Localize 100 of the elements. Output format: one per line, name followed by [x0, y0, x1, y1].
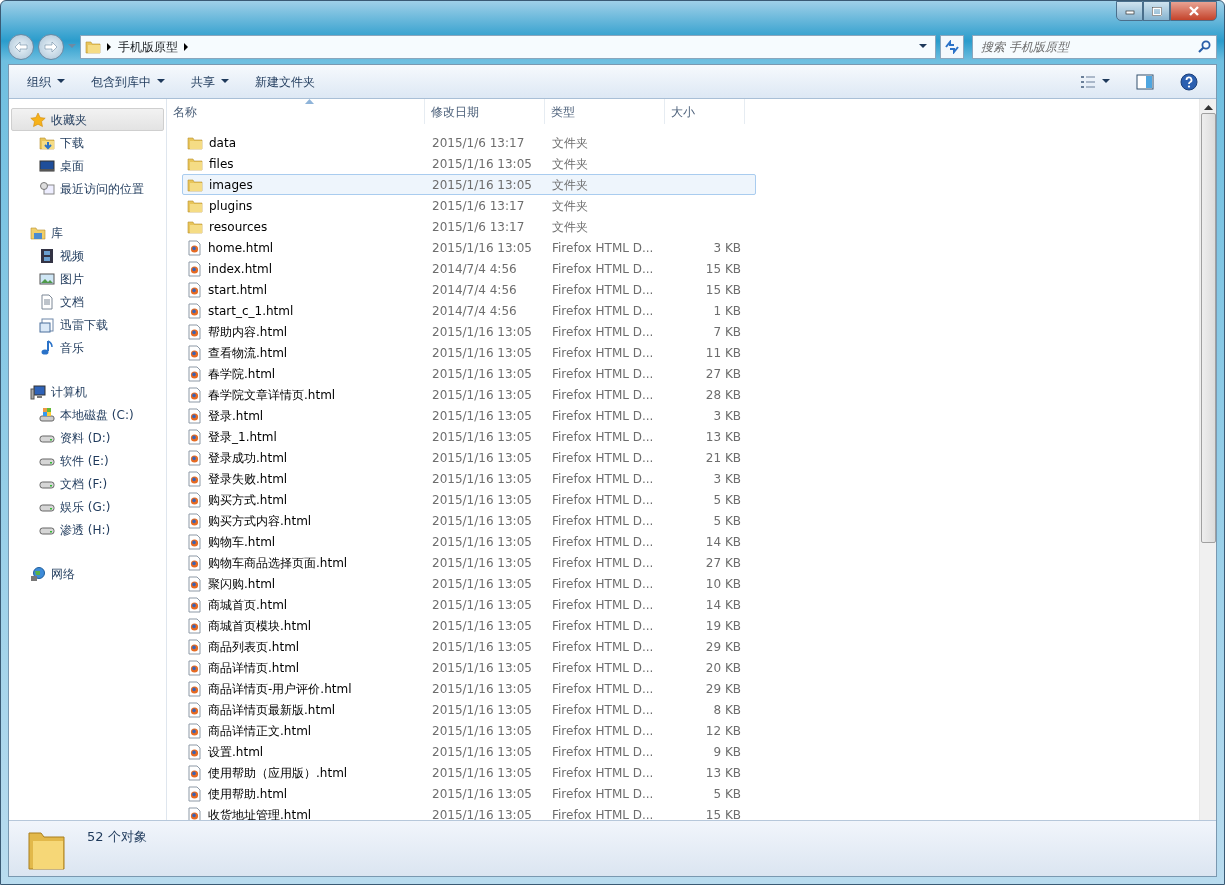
- toolbar-button[interactable]: 新建文件夹: [245, 68, 325, 95]
- html-file-icon: [187, 470, 202, 487]
- breadcrumb-arrow-icon[interactable]: [107, 42, 112, 51]
- sidebar-header[interactable]: 计算机: [11, 380, 164, 403]
- file-row[interactable]: 商品详情页最新版.html 2015/1/16 13:05 Firefox HTML D... 8 KB: [182, 699, 756, 720]
- file-row[interactable]: 商城首页模块.html 2015/1/16 13:05 Firefox HTML D... 19 KB: [182, 615, 756, 636]
- address-bar[interactable]: 手机版原型: [80, 34, 936, 59]
- file-row[interactable]: 购物车.html 2015/1/16 13:05 Firefox HTML D... 14 KB: [182, 531, 756, 552]
- close-button[interactable]: [1170, 1, 1217, 21]
- sidebar-header[interactable]: 网络: [11, 562, 164, 585]
- file-row[interactable]: start.html 2014/7/4 4:56 Firefox HTML D... 15 KB: [182, 279, 756, 300]
- file-row[interactable]: 帮助内容.html 2015/1/16 13:05 Firefox HTML D... 7 KB: [182, 321, 756, 342]
- modified-date: 2014/7/4 4:56: [431, 281, 518, 299]
- caret-icon[interactable]: [919, 44, 927, 49]
- file-name: index.html: [208, 260, 272, 278]
- scroll-up-icon[interactable]: [1203, 105, 1213, 111]
- breadcrumb-arrow-icon[interactable]: [184, 42, 189, 51]
- file-row[interactable]: 使用帮助.html 2015/1/16 13:05 Firefox HTML D... 5 KB: [182, 783, 756, 804]
- monitor-icon: [39, 157, 55, 174]
- sidebar-item[interactable]: 软件 (E:): [9, 449, 166, 472]
- file-size: 29 KB: [705, 639, 741, 654]
- back-button[interactable]: [8, 33, 34, 60]
- file-row[interactable]: 登录.html 2015/1/16 13:05 Firefox HTML D... 3 KB: [182, 405, 756, 426]
- file-row[interactable]: 使用帮助（应用版）.html 2015/1/16 13:05 Firefox HTML D... 13 KB: [182, 762, 756, 783]
- column-header[interactable]: 修改日期: [425, 99, 545, 124]
- toolbar-button[interactable]: 共享: [181, 68, 239, 95]
- modified-date: 2015/1/16 13:05: [431, 386, 533, 404]
- file-row[interactable]: index.html 2014/7/4 4:56 Firefox HTML D... 15 KB: [182, 258, 756, 279]
- toolbar-button[interactable]: 包含到库中: [81, 68, 175, 95]
- sidebar-item[interactable]: 视频: [9, 244, 166, 267]
- file-row[interactable]: 聚闪购.html 2015/1/16 13:05 Firefox HTML D... 10 KB: [182, 573, 756, 594]
- file-row[interactable]: 商品详情正文.html 2015/1/16 13:05 Firefox HTML D... 12 KB: [182, 720, 756, 741]
- file-name: start_c_1.html: [208, 302, 294, 320]
- vertical-scrollbar[interactable]: [1199, 99, 1216, 820]
- file-row[interactable]: 购物车商品选择页面.html 2015/1/16 13:05 Firefox HTML D... 27 KB: [182, 552, 756, 573]
- modified-date: 2015/1/16 13:05: [431, 512, 533, 530]
- sidebar-item[interactable]: 桌面: [9, 154, 166, 177]
- forward-button[interactable]: [38, 33, 64, 60]
- modified-date: 2015/1/16 13:05: [431, 470, 533, 488]
- html-file-icon: [187, 743, 202, 760]
- file-row[interactable]: 登录成功.html 2015/1/16 13:05 Firefox HTML D... 21 KB: [182, 447, 756, 468]
- folder-icon: [85, 38, 101, 55]
- refresh-button[interactable]: [940, 34, 964, 59]
- file-row[interactable]: 商品列表页.html 2015/1/16 13:05 Firefox HTML D... 29 KB: [182, 636, 756, 657]
- file-row[interactable]: start_c_1.html 2014/7/4 4:56 Firefox HTML D... 1 KB: [182, 300, 756, 321]
- file-row[interactable]: 购买方式内容.html 2015/1/16 13:05 Firefox HTML D... 5 KB: [182, 510, 756, 531]
- file-row[interactable]: 春学院文章详情页.html 2015/1/16 13:05 Firefox HTML D... 28 KB: [182, 384, 756, 405]
- file-size: 27 KB: [705, 366, 741, 381]
- sidebar-header[interactable]: 库: [11, 221, 164, 244]
- breadcrumb-item[interactable]: 手机版原型: [118, 37, 178, 56]
- caret-icon: [57, 79, 65, 84]
- sidebar-item[interactable]: 最近访问的位置: [9, 177, 166, 200]
- scrollbar-thumb[interactable]: [1200, 113, 1216, 543]
- file-name: images: [209, 176, 253, 194]
- file-row[interactable]: 商品详情页.html 2015/1/16 13:05 Firefox HTML D... 20 KB: [182, 657, 756, 678]
- file-row[interactable]: 购买方式.html 2015/1/16 13:05 Firefox HTML D... 5 KB: [182, 489, 756, 510]
- file-row[interactable]: 查看物流.html 2015/1/16 13:05 Firefox HTML D... 11 KB: [182, 342, 756, 363]
- maximize-button[interactable]: [1143, 1, 1170, 21]
- modified-date: 2015/1/16 13:05: [431, 155, 533, 173]
- sidebar-header[interactable]: 收藏夹: [11, 108, 164, 131]
- sidebar-item[interactable]: 音乐: [9, 336, 166, 359]
- sidebar-item[interactable]: 文档: [9, 290, 166, 313]
- file-row[interactable]: plugins 2015/1/6 13:17 文件夹: [182, 195, 756, 216]
- file-row[interactable]: 登录失败.html 2015/1/16 13:05 Firefox HTML D... 3 KB: [182, 468, 756, 489]
- sidebar-item[interactable]: 文档 (F:): [9, 472, 166, 495]
- modified-date: 2015/1/16 13:05: [431, 638, 533, 656]
- file-row[interactable]: images 2015/1/16 13:05 文件夹: [182, 174, 756, 195]
- sidebar-item[interactable]: 下载: [9, 131, 166, 154]
- sidebar-item[interactable]: 渗透 (H:): [9, 518, 166, 541]
- file-size: 5 KB: [713, 786, 741, 801]
- sidebar-item[interactable]: 资料 (D:): [9, 426, 166, 449]
- toolbar-button[interactable]: 组织: [17, 68, 75, 95]
- refresh-arrows-icon: [944, 39, 960, 54]
- file-row[interactable]: 商品详情页-用户评价.html 2015/1/16 13:05 Firefox HTML D... 29 KB: [182, 678, 756, 699]
- search-field[interactable]: 搜索 手机版原型: [972, 34, 1217, 59]
- file-row[interactable]: 春学院.html 2015/1/16 13:05 Firefox HTML D... 27 KB: [182, 363, 756, 384]
- file-row[interactable]: resources 2015/1/6 13:17 文件夹: [182, 216, 756, 237]
- file-row[interactable]: home.html 2015/1/16 13:05 Firefox HTML D... 3 KB: [182, 237, 756, 258]
- file-row[interactable]: 登录_1.html 2015/1/16 13:05 Firefox HTML D... 13 KB: [182, 426, 756, 447]
- html-file-icon: [187, 680, 202, 697]
- minimize-button[interactable]: [1116, 1, 1143, 21]
- file-size: 14 KB: [705, 534, 741, 549]
- file-type: 文件夹: [551, 134, 589, 152]
- caret-icon: [157, 79, 165, 84]
- file-row[interactable]: data 2015/1/6 13:17 文件夹: [182, 132, 756, 153]
- modified-date: 2015/1/16 13:05: [431, 449, 533, 467]
- file-row[interactable]: 设置.html 2015/1/16 13:05 Firefox HTML D... 9 KB: [182, 741, 756, 762]
- column-header[interactable]: 类型: [545, 99, 665, 124]
- file-row[interactable]: files 2015/1/16 13:05 文件夹: [182, 153, 756, 174]
- file-size: 15 KB: [705, 261, 741, 276]
- sidebar-item[interactable]: 图片: [9, 267, 166, 290]
- caret-icon: [221, 79, 229, 84]
- column-header[interactable]: 大小: [665, 99, 745, 124]
- file-row[interactable]: 商城首页.html 2015/1/16 13:05 Firefox HTML D... 14 KB: [182, 594, 756, 615]
- sidebar-item[interactable]: 本地磁盘 (C:): [9, 403, 166, 426]
- sidebar-item[interactable]: 迅雷下载: [9, 313, 166, 336]
- sidebar-item[interactable]: 娱乐 (G:): [9, 495, 166, 518]
- html-file-icon: [187, 764, 202, 781]
- file-type: 文件夹: [551, 218, 589, 236]
- modified-date: 2015/1/16 13:05: [431, 491, 533, 509]
